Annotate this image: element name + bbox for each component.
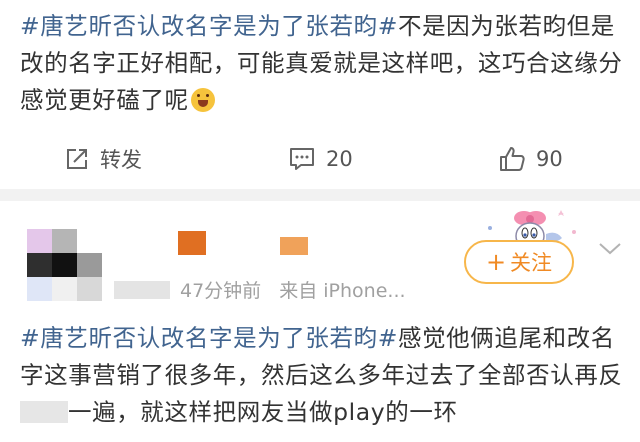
follow-button[interactable]: + 关注 [464, 240, 574, 284]
share-icon [67, 149, 87, 169]
username-mosaic-block [178, 231, 206, 255]
avatar-pixel [27, 277, 52, 301]
post2-topic-link[interactable]: #唐艺昕否认改名字是为了张若昀# [20, 324, 398, 352]
post-time: 47分钟前 [180, 280, 262, 302]
grinning-face-emoji-icon [190, 88, 215, 112]
redacted-text-block [20, 401, 68, 423]
post-source: 来自 iPhone... [279, 280, 406, 302]
avatar-pixel [27, 229, 52, 253]
post2-body-part2: 一遍，就这样把网友当做play的一环 [68, 398, 458, 426]
follow-label: 关注 [510, 251, 553, 275]
redacted-meta-block [114, 281, 170, 299]
avatar-pixel [52, 277, 77, 301]
avatar-pixel [52, 253, 77, 277]
post1-text: #唐艺昕否认改名字是为了张若昀#不是因为张若昀但是改的名字正好相配，可能真爱就是… [20, 8, 626, 119]
repost-label: 转发 [100, 148, 142, 172]
post2-meta: 47分钟前 来自 iPhone... [114, 276, 406, 303]
avatar[interactable] [27, 229, 103, 302]
plus-icon: + [485, 248, 507, 276]
avatar-pixel [52, 229, 77, 253]
comment-button[interactable]: 20 [288, 144, 353, 174]
chevron-down-icon[interactable] [597, 240, 623, 258]
comment-count: 20 [326, 147, 353, 171]
like-count: 90 [536, 147, 563, 171]
post-divider [0, 189, 640, 201]
post1-action-bar: 转发 20 90 [0, 138, 640, 180]
username-mosaic-block [280, 237, 308, 255]
repost-button[interactable]: 转发 [64, 144, 142, 174]
thumbs-up-icon [500, 147, 525, 171]
post2-text: #唐艺昕否认改名字是为了张若昀#感觉他俩追尾和改名字这事营销了很多年，然后这么多… [20, 320, 626, 431]
avatar-pixel [77, 277, 102, 301]
avatar-pixel [27, 253, 52, 277]
like-button[interactable]: 90 [498, 144, 563, 174]
username-redacted[interactable] [176, 229, 311, 255]
post1-topic-link[interactable]: #唐艺昕否认改名字是为了张若昀# [20, 12, 398, 40]
avatar-pixel [77, 229, 102, 253]
avatar-pixel [77, 253, 102, 277]
comment-icon [290, 148, 314, 170]
